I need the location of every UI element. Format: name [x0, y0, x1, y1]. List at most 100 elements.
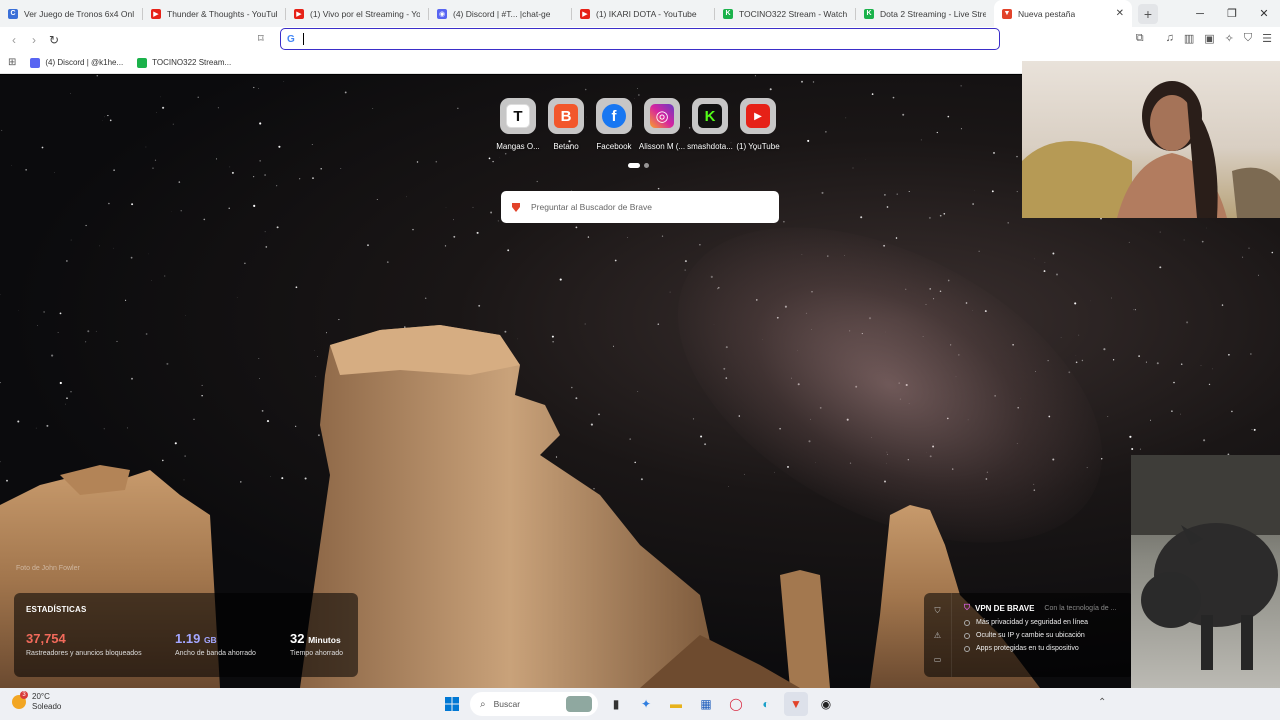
- bandwidth-desc: Ancho de banda ahorrado: [175, 650, 256, 657]
- reload-icon[interactable]: ↻: [44, 33, 64, 47]
- tab-kick-tocino[interactable]: K TOCINO322 Stream - Watch: [715, 0, 855, 27]
- brave-icon: ▼: [1002, 8, 1012, 19]
- check-icon: [964, 619, 970, 626]
- check-icon: [964, 632, 970, 639]
- vpn-feature: Apps protegidas en tu dispositivo: [964, 645, 1116, 652]
- address-bar[interactable]: G: [280, 28, 1000, 50]
- widget-switcher: ⛉ ⚠ ▭: [924, 593, 952, 677]
- brave-shield-icon[interactable]: ⛉: [1244, 32, 1252, 45]
- sun-icon: 3: [12, 691, 28, 709]
- taskbar-search[interactable]: ⌕ Buscar: [470, 692, 598, 716]
- wallet-icon[interactable]: ▣: [1204, 32, 1214, 45]
- tab-kick-dota[interactable]: K Dota 2 Streaming - Live Stream: [856, 0, 994, 27]
- vpn-title: VPN DE BRAVE: [975, 603, 1035, 613]
- chat-icon[interactable]: ▭: [934, 655, 942, 664]
- file-explorer-icon[interactable]: ▬: [664, 692, 688, 716]
- brave-taskbar-icon[interactable]: ▼: [784, 692, 808, 716]
- kick-icon: K: [864, 8, 874, 19]
- weather-temp: 20°C: [32, 692, 50, 701]
- search-label: Buscar: [493, 699, 521, 709]
- vpn-icon: ⛉: [964, 603, 970, 612]
- tab-new-tab[interactable]: ▼ Nueva pestaña ✕: [994, 0, 1132, 27]
- leo-ai-icon[interactable]: ✧: [1225, 32, 1234, 45]
- shortcut-instagram[interactable]: ◎ Alisson M (...: [638, 98, 686, 151]
- bandwidth-value: 1.19: [175, 631, 201, 646]
- brave-search-box[interactable]: Preguntar al Buscador de Brave: [501, 191, 779, 223]
- chevron-up-icon[interactable]: ⌃: [1098, 697, 1106, 708]
- shortcut-facebook[interactable]: f Facebook: [590, 98, 638, 151]
- vpn-feature: Oculte su IP y cambie su ubicación: [964, 632, 1116, 639]
- pager-dot[interactable]: [644, 163, 649, 168]
- obs-icon[interactable]: ◉: [814, 692, 838, 716]
- bookmark-icon[interactable]: ⌑: [258, 32, 264, 45]
- address-input[interactable]: [303, 33, 904, 45]
- window-controls: ─ ❐ ✕: [1184, 0, 1280, 27]
- close-window-button[interactable]: ✕: [1248, 0, 1280, 27]
- pager-dot-active[interactable]: [628, 163, 640, 168]
- time-unit: Minutos: [308, 635, 341, 645]
- menu-icon[interactable]: ☰: [1262, 32, 1272, 45]
- restore-button[interactable]: ❐: [1216, 0, 1248, 27]
- tab-youtube-vivo[interactable]: ▶ (1) Vivo por el Streaming - You: [286, 0, 428, 27]
- bookmark-label: TOCINO322 Stream...: [152, 58, 232, 67]
- forward-arrow-icon[interactable]: ›: [24, 33, 44, 47]
- screenshot-icon[interactable]: ⧉: [1136, 32, 1144, 45]
- shortcut-youtube[interactable]: ▶ (1) YouTube: [734, 98, 782, 151]
- photo-credit[interactable]: Foto de John Fowler: [16, 565, 80, 572]
- shortcut-label: smashdota...: [687, 142, 733, 151]
- toolbar: ‹ › ↻ ⌑ G ⧉ ♫ ▥ ▣ ✧ ⛉ ☰: [0, 27, 1280, 52]
- tab-youtube-ikari[interactable]: ▶ (1) IKARI DOTA - YouTube: [572, 0, 714, 27]
- tab-discord[interactable]: ◉ (4) Discord | #T... |chat-ge: [429, 0, 571, 27]
- vpn-feature-label: Apps protegidas en tu dispositivo: [976, 645, 1079, 652]
- bookmark-tocino[interactable]: TOCINO322 Stream...: [137, 57, 232, 68]
- weather-widget[interactable]: 3 20°C Soleado: [12, 691, 61, 712]
- tab-title: (1) IKARI DOTA - YouTube: [596, 8, 697, 19]
- top-sites-shortcuts: T Mangas O... B Betano f Facebook ◎ Alis…: [494, 98, 782, 151]
- notification-badge: 3: [20, 691, 28, 699]
- back-arrow-icon[interactable]: ‹: [4, 33, 24, 47]
- search-highlight-icon: [566, 696, 592, 712]
- opera-icon[interactable]: ◯: [724, 692, 748, 716]
- pig-cam-overlay: [1131, 455, 1280, 720]
- shortcut-mangas[interactable]: T Mangas O...: [494, 98, 542, 151]
- edge-icon[interactable]: ◐: [754, 692, 778, 716]
- warning-icon[interactable]: ⚠: [934, 631, 941, 640]
- tab-title: (1) Vivo por el Streaming - You: [310, 8, 420, 19]
- tab-title: Thunder & Thoughts - YouTube: [167, 8, 277, 19]
- task-view-icon[interactable]: ▮: [604, 692, 628, 716]
- kick-icon: K: [723, 8, 733, 19]
- tab-title: (4) Discord | #T... |chat-ge: [453, 8, 551, 19]
- close-tab-icon[interactable]: ✕: [1110, 8, 1124, 19]
- bookmark-discord[interactable]: (4) Discord | @k1he...: [30, 57, 124, 68]
- tab-title: Ver Juego de Tronos 6x4 Online: [24, 8, 134, 19]
- webcam-overlay: [1022, 61, 1280, 218]
- search-icon: ⌕: [480, 698, 486, 710]
- youtube-icon: ▶: [580, 8, 590, 19]
- time-desc: Tiempo ahorrado: [290, 650, 344, 657]
- shortcut-betano[interactable]: B Betano: [542, 98, 590, 151]
- shortcut-pager[interactable]: [628, 163, 649, 168]
- sidebar-icon[interactable]: ▥: [1184, 32, 1194, 45]
- copilot-icon[interactable]: ✦: [634, 692, 658, 716]
- tab-cuevana[interactable]: C Ver Juego de Tronos 6x4 Online: [0, 0, 142, 27]
- windows-start-icon[interactable]: [440, 692, 464, 716]
- shortcut-label: Mangas O...: [496, 142, 540, 151]
- bookmark-label: (4) Discord | @k1he...: [45, 58, 124, 67]
- store-icon[interactable]: ▦: [694, 692, 718, 716]
- betano-icon: B: [554, 104, 578, 128]
- check-icon: [964, 645, 970, 652]
- search-placeholder: Preguntar al Buscador de Brave: [531, 202, 652, 212]
- shortcut-kick[interactable]: K smashdota...: [686, 98, 734, 151]
- vpn-subtitle: Con la tecnología de ...: [1044, 604, 1117, 612]
- bandwidth-stat: 1.19 GB Ancho de banda ahorrado: [175, 631, 290, 657]
- music-icon[interactable]: ♫: [1166, 32, 1174, 45]
- vpn-widget: ⛉ ⚠ ▭ ⛉ VPN DE BRAVE Con la tecnología d…: [924, 593, 1134, 677]
- youtube-icon: ▶: [746, 104, 770, 128]
- new-tab-button[interactable]: +: [1138, 3, 1158, 24]
- minimize-button[interactable]: ─: [1184, 0, 1216, 27]
- vpn-feature-label: Más privacidad y seguridad en línea: [976, 619, 1089, 626]
- tab-youtube-thunder[interactable]: ▶ Thunder & Thoughts - YouTube: [143, 0, 285, 27]
- vpn-shield-icon[interactable]: ⛉: [935, 606, 941, 616]
- pig-silhouette: [1131, 455, 1280, 670]
- apps-grid-icon[interactable]: ⊞: [8, 57, 16, 68]
